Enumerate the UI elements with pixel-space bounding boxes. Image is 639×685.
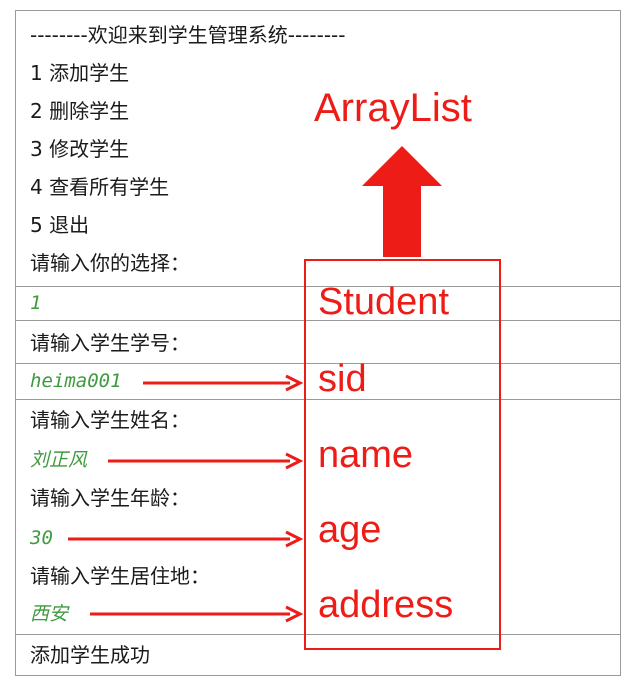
field-sid: sid [318, 358, 367, 400]
prompt-sid: 请输入学生学号： [30, 331, 190, 355]
menu-item-exit: 5 退出 [30, 213, 90, 237]
prompt-address: 请输入学生居住地： [30, 564, 210, 588]
prompt-choice: 请输入你的选择： [30, 251, 190, 275]
field-age: age [318, 509, 382, 551]
arraylist-label: ArrayList [314, 86, 472, 130]
field-name: name [318, 434, 414, 476]
menu-item-modify: 3 修改学生 [30, 137, 130, 161]
menu-item-delete: 2 删除学生 [30, 99, 130, 123]
console-header: --------欢迎来到学生管理系统-------- [30, 23, 346, 47]
prompt-name: 请输入学生姓名： [30, 408, 190, 432]
input-address: 西安 [30, 603, 69, 625]
field-address: address [318, 584, 454, 626]
input-choice: 1 [30, 292, 42, 314]
result-message: 添加学生成功 [30, 643, 150, 667]
input-name: 刘正风 [30, 449, 88, 471]
diagram-canvas: --------欢迎来到学生管理系统-------- 1 添加学生 2 删除学生… [0, 0, 639, 685]
prompt-age: 请输入学生年龄： [30, 486, 190, 510]
student-object-label: Student [318, 281, 449, 323]
input-age: 30 [30, 527, 53, 549]
input-sid: heima001 [30, 370, 122, 392]
menu-item-add: 1 添加学生 [30, 61, 130, 85]
menu-item-list: 4 查看所有学生 [30, 175, 170, 199]
